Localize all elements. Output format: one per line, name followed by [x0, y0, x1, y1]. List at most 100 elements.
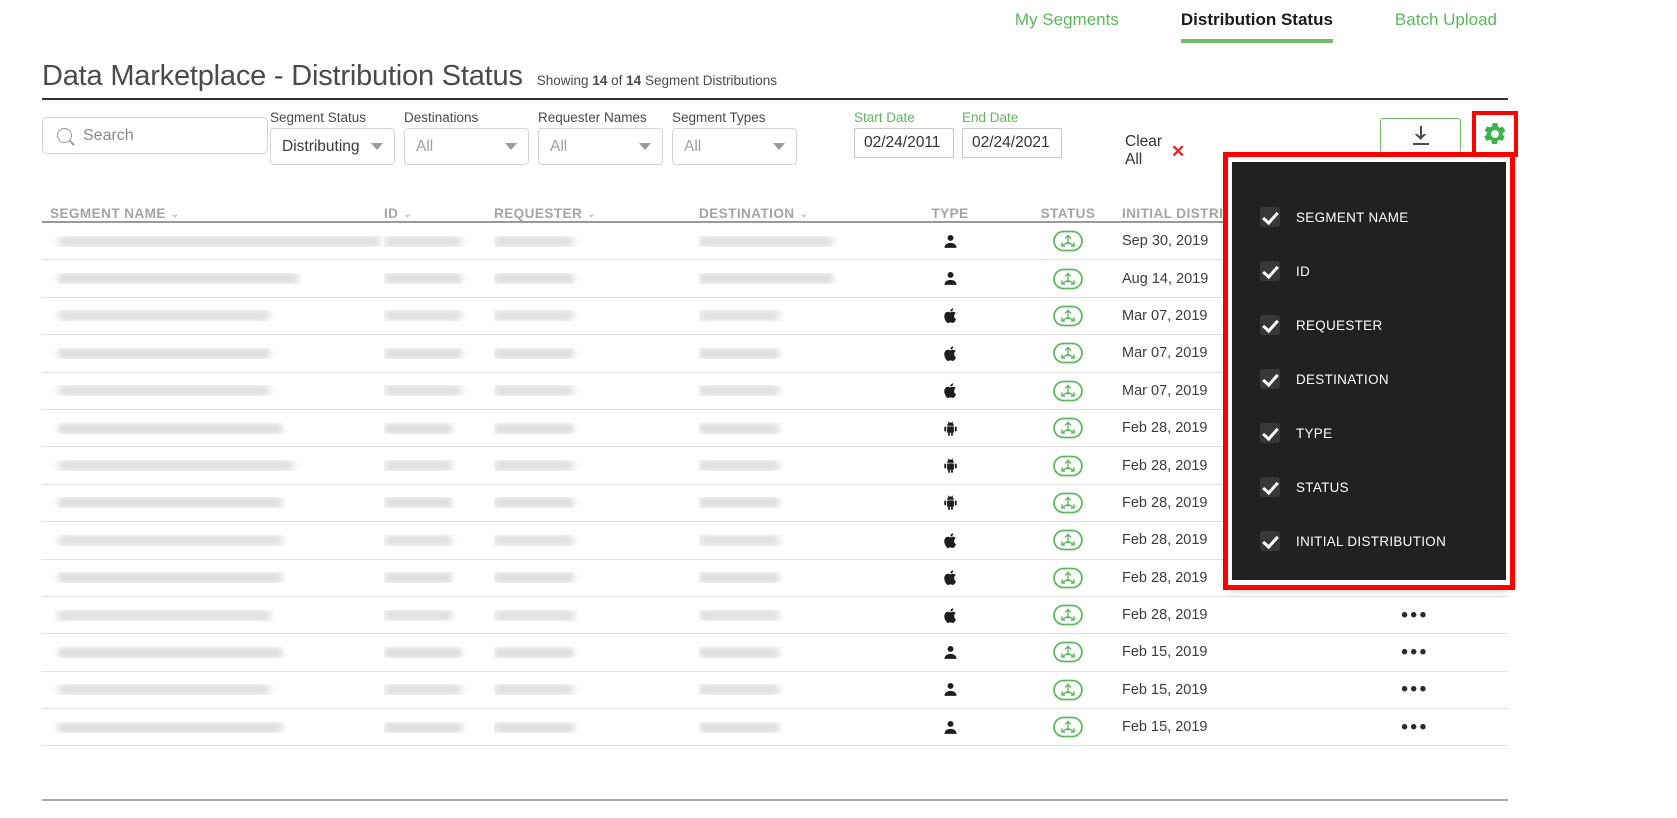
cell-id: [384, 721, 494, 733]
cell-requester: [494, 422, 699, 434]
redacted-text: [58, 310, 270, 322]
redacted-text: [58, 646, 282, 658]
column-header-requester[interactable]: REQUESTER ⌄: [494, 206, 699, 221]
end-date-group: End Date 02/24/2021: [962, 110, 1062, 158]
filter-select-2[interactable]: All: [538, 128, 663, 165]
android-icon: [943, 458, 957, 473]
table-row[interactable]: Feb 15, 2019 •••: [42, 672, 1508, 710]
top-navigation: My Segments Distribution Status Batch Uplo…: [0, 0, 1677, 50]
cell-type: [886, 306, 1014, 325]
column-toggle-label-4: TYPE: [1296, 425, 1333, 441]
nav-tab-2[interactable]: Batch Upload: [1395, 10, 1497, 39]
cell-requester: [494, 310, 699, 322]
checkmark-icon[interactable]: [1260, 369, 1280, 389]
showing-prefix: Showing: [536, 73, 589, 88]
cell-type: [886, 643, 1014, 662]
checkmark-icon[interactable]: [1260, 261, 1280, 281]
page-title: Data Marketplace - Distribution Status: [42, 60, 523, 92]
redacted-text: [384, 609, 452, 621]
redacted-text: [494, 572, 574, 584]
column-toggle-3[interactable]: DESTINATION: [1232, 352, 1506, 406]
column-toggle-5[interactable]: STATUS: [1232, 460, 1506, 514]
column-toggle-2[interactable]: REQUESTER: [1232, 298, 1506, 352]
cell-id: [384, 385, 494, 397]
result-count: Showing 14 of 14 Segment Distributions: [537, 73, 777, 88]
column-toggle-label-2: REQUESTER: [1296, 317, 1383, 333]
checkmark-icon[interactable]: [1260, 477, 1280, 497]
checkmark-icon[interactable]: [1260, 315, 1280, 335]
redacted-text: [494, 310, 574, 322]
android-icon: [943, 495, 957, 511]
title-divider: [42, 98, 1508, 100]
redacted-text: [494, 497, 574, 509]
filter-group-1: Destinations All: [404, 110, 529, 165]
column-toggle-1[interactable]: ID: [1232, 244, 1506, 298]
page-header: Data Marketplace - Distribution Status S…: [42, 60, 777, 93]
nav-tab-1[interactable]: Distribution Status: [1180, 10, 1333, 43]
person-icon: [943, 683, 957, 697]
row-overflow-menu-icon[interactable]: •••: [1401, 680, 1428, 699]
column-chooser-panel[interactable]: SEGMENT NAME ID REQUESTER DESTINATION TYPE ST…: [1232, 162, 1506, 580]
table-footer-divider: [42, 799, 1508, 801]
table-row[interactable]: Feb 28, 2019 •••: [42, 597, 1508, 635]
table-row[interactable]: Feb 15, 2019 •••: [42, 709, 1508, 747]
cell-actions: •••: [1322, 718, 1508, 737]
checkmark-icon[interactable]: [1260, 423, 1280, 443]
clear-all-label: Clear All: [1125, 133, 1163, 168]
column-header-id[interactable]: ID ⌄: [384, 206, 494, 221]
cell-destination: [699, 460, 886, 472]
cell-type: [886, 456, 1014, 475]
sort-chevron-icon[interactable]: ⌄: [800, 209, 809, 220]
chevron-down-icon: [639, 143, 651, 150]
start-date-input[interactable]: 02/24/2011: [854, 128, 954, 158]
row-overflow-menu-icon[interactable]: •••: [1401, 718, 1428, 737]
redacted-text: [699, 646, 779, 658]
distributing-status-icon: [1053, 342, 1083, 364]
chevron-down-icon: [371, 143, 383, 150]
cell-id: [384, 422, 494, 434]
download-button[interactable]: [1380, 118, 1461, 153]
redacted-text: [384, 534, 452, 546]
search-input[interactable]: [81, 125, 253, 146]
search-icon: [57, 128, 72, 143]
column-toggle-0[interactable]: SEGMENT NAME: [1232, 190, 1506, 244]
cell-status: [1014, 604, 1122, 626]
showing-total: 14: [626, 73, 642, 88]
checkmark-icon[interactable]: [1260, 531, 1280, 551]
redacted-text: [699, 235, 833, 247]
cell-requester: [494, 534, 699, 546]
column-settings-button[interactable]: [1472, 111, 1518, 157]
column-header-label-name: SEGMENT NAME: [50, 206, 166, 221]
filter-select-0[interactable]: Distributing: [270, 128, 395, 165]
nav-tab-0[interactable]: My Segments: [1015, 10, 1119, 39]
cell-id: [384, 684, 494, 696]
column-header-label-id: ID: [384, 206, 399, 221]
cell-status: [1014, 305, 1122, 327]
column-header-name[interactable]: SEGMENT NAME ⌄: [42, 206, 384, 221]
search-box[interactable]: [42, 117, 268, 154]
apple-icon: [943, 383, 956, 399]
cell-actions: •••: [1322, 643, 1508, 662]
row-overflow-menu-icon[interactable]: •••: [1401, 643, 1428, 662]
start-date-group: Start Date 02/24/2011: [854, 110, 954, 158]
sort-chevron-icon[interactable]: ⌄: [403, 209, 412, 220]
filter-select-1[interactable]: All: [404, 128, 529, 165]
filter-select-3[interactable]: All: [672, 128, 797, 165]
end-date-input[interactable]: 02/24/2021: [962, 128, 1062, 158]
cell-status: [1014, 380, 1122, 402]
clear-all-button[interactable]: Clear All ✕: [1125, 133, 1185, 169]
checkmark-icon[interactable]: [1260, 207, 1280, 227]
redacted-text: [58, 497, 282, 509]
redacted-text: [699, 609, 779, 621]
sort-chevron-icon[interactable]: ⌄: [171, 209, 180, 220]
cell-destination: [699, 310, 886, 322]
redacted-text: [494, 422, 574, 434]
column-header-destination[interactable]: DESTINATION ⌄: [699, 206, 886, 221]
table-row[interactable]: Feb 15, 2019 •••: [42, 634, 1508, 672]
redacted-text: [384, 310, 462, 322]
sort-chevron-icon[interactable]: ⌄: [587, 209, 596, 220]
column-toggle-6[interactable]: INITIAL DISTRIBUTION: [1232, 514, 1506, 568]
redacted-text: [384, 347, 462, 359]
row-overflow-menu-icon[interactable]: •••: [1401, 606, 1428, 625]
column-toggle-4[interactable]: TYPE: [1232, 406, 1506, 460]
